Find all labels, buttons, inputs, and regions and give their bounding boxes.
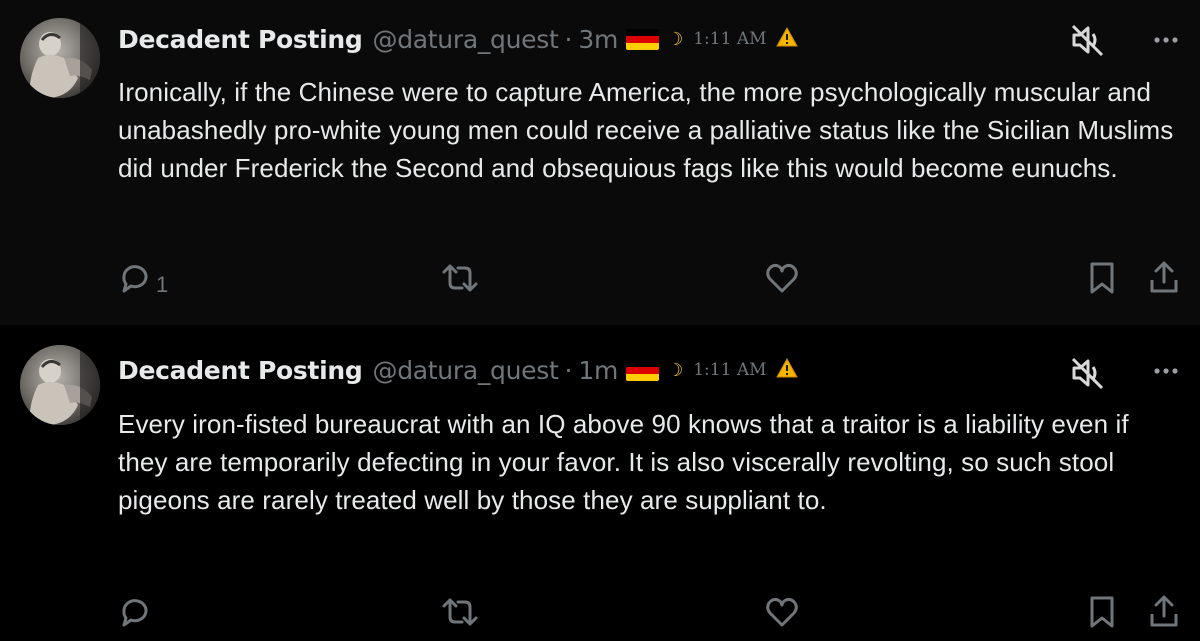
author-handle[interactable]: @datura_quest: [373, 356, 559, 385]
classical-statue-avatar: [20, 345, 100, 425]
reply-icon: [122, 265, 148, 293]
retweet-icon: [442, 264, 478, 292]
post-time[interactable]: 3m: [578, 25, 618, 54]
clock-time-label: 1:11 AM: [693, 360, 767, 380]
reply-icon: [122, 599, 148, 627]
retweet-button[interactable]: [440, 258, 484, 298]
author-handle[interactable]: @datura_quest: [373, 25, 559, 54]
mute-icon[interactable]: [1068, 353, 1108, 393]
share-icon: [1150, 595, 1178, 627]
reply-button[interactable]: 1: [118, 258, 168, 298]
author-display-name[interactable]: Decadent Posting: [118, 356, 363, 385]
retweet-icon: [442, 598, 478, 626]
reply-count: 1: [156, 272, 169, 297]
bookmark-icon: [1090, 596, 1114, 628]
bookmark-icon: [1090, 262, 1114, 294]
retweet-button[interactable]: [440, 592, 484, 632]
separator-dot: ·: [564, 355, 573, 385]
like-button[interactable]: [764, 592, 804, 632]
clock-time-label: 1:11 AM: [693, 29, 767, 49]
author-display-name[interactable]: Decadent Posting: [118, 25, 363, 54]
germany-flag-icon: [626, 28, 660, 50]
avatar[interactable]: [20, 18, 100, 98]
like-icon: [766, 597, 798, 627]
share-button[interactable]: [1147, 258, 1181, 298]
more-icon[interactable]: [1146, 24, 1186, 54]
crescent-moon-icon: ☽: [667, 359, 684, 381]
reply-button[interactable]: [118, 592, 156, 632]
mute-icon[interactable]: [1068, 20, 1108, 60]
bookmark-button[interactable]: [1086, 592, 1118, 632]
post-actions: [0, 592, 1200, 632]
share-icon: [1150, 261, 1178, 293]
post-header: Decadent Posting @datura_quest · 1m ☽ 1:…: [118, 352, 798, 388]
warning-icon: [775, 357, 798, 382]
avatar[interactable]: [20, 345, 100, 425]
like-button[interactable]: [764, 258, 804, 298]
like-icon: [766, 263, 798, 293]
share-button[interactable]: [1147, 592, 1181, 632]
post-header: Decadent Posting @datura_quest · 3m ☽ 1:…: [118, 21, 798, 57]
post-body: Ironically, if the Chinese were to captu…: [118, 77, 1174, 183]
post-1[interactable]: Decadent Posting @datura_quest · 3m ☽ 1:…: [0, 0, 1200, 325]
germany-flag-icon: [626, 359, 660, 381]
post-2[interactable]: Decadent Posting @datura_quest · 1m ☽ 1:…: [0, 325, 1200, 641]
timeline-feed: Decadent Posting @datura_quest · 3m ☽ 1:…: [0, 0, 1200, 641]
separator-dot: ·: [564, 24, 573, 54]
classical-statue-avatar: [20, 18, 100, 98]
bookmark-button[interactable]: [1086, 258, 1118, 298]
post-time[interactable]: 1m: [578, 356, 618, 385]
post-body: Every iron-fisted bureaucrat with an IQ …: [118, 409, 1129, 515]
post-actions: 1: [0, 258, 1200, 298]
warning-icon: [775, 26, 798, 51]
more-icon[interactable]: [1146, 355, 1186, 385]
crescent-moon-icon: ☽: [667, 28, 684, 50]
